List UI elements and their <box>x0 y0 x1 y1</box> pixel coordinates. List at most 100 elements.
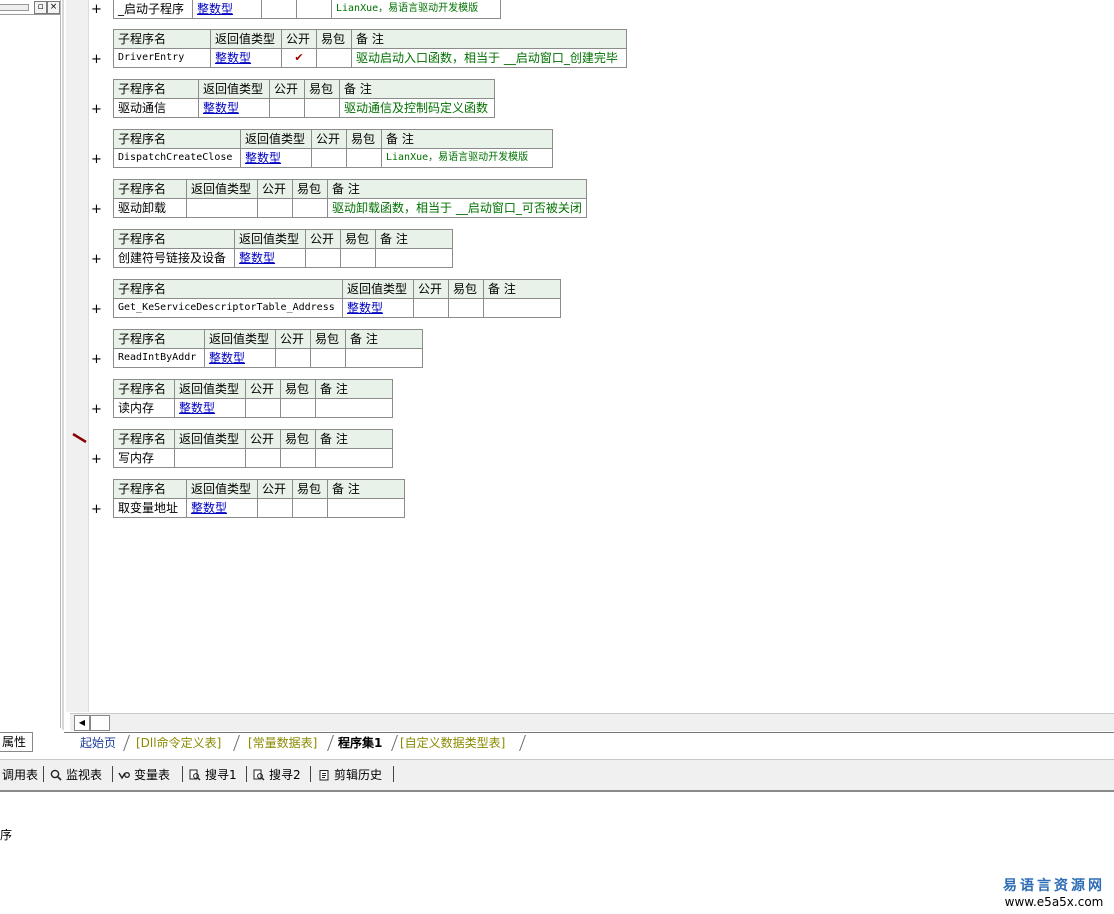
easy-package-cell[interactable] <box>340 248 376 268</box>
close-button[interactable]: × <box>47 1 60 14</box>
scroll-thumb[interactable] <box>90 715 110 731</box>
header-remark: 备 注 <box>339 79 495 99</box>
expand-icon[interactable]: + <box>91 353 102 367</box>
watch-table-button[interactable]: 监视表 <box>50 765 102 785</box>
subroutine-name[interactable]: ReadIntByAddr <box>113 348 205 368</box>
splitter[interactable] <box>62 0 64 730</box>
return-type[interactable]: 整数型 <box>240 148 312 168</box>
tab-dll-commands[interactable]: [Dll命令定义表] <box>128 734 229 752</box>
public-cell[interactable] <box>245 448 281 468</box>
subroutine-name[interactable]: 驱动卸载 <box>113 198 187 218</box>
remark-cell[interactable]: 驱动通信及控制码定义函数 <box>339 98 495 118</box>
public-cell[interactable] <box>245 398 281 418</box>
subroutine-name[interactable]: 取变量地址 <box>113 498 187 518</box>
remark-cell[interactable] <box>345 348 423 368</box>
public-cell[interactable] <box>261 0 297 19</box>
return-type[interactable]: 整数型 <box>198 98 270 118</box>
public-cell[interactable] <box>413 298 449 318</box>
public-cell[interactable] <box>257 498 293 518</box>
header-name: 子程序名 <box>113 479 187 499</box>
return-type[interactable]: 整数型 <box>342 298 414 318</box>
public-cell[interactable] <box>275 348 311 368</box>
subroutine-name[interactable]: 创建符号链接及设备 <box>113 248 235 268</box>
public-cell[interactable] <box>269 98 305 118</box>
public-cell[interactable] <box>311 148 347 168</box>
header-remark: 备 注 <box>327 479 405 499</box>
search2-button[interactable]: 搜寻2 <box>253 765 301 785</box>
header-name: 子程序名 <box>113 129 241 149</box>
easy-package-cell[interactable] <box>316 48 352 68</box>
easy-package-cell[interactable] <box>346 148 382 168</box>
call-table-button[interactable]: 调用表 <box>2 765 38 785</box>
easy-package-cell[interactable] <box>280 448 316 468</box>
easy-package-cell[interactable] <box>292 198 328 218</box>
easy-package-cell[interactable] <box>280 398 316 418</box>
subroutine-name[interactable]: 读内存 <box>113 398 175 418</box>
variables-icon <box>118 772 130 780</box>
header-return-type: 返回值类型 <box>204 329 276 349</box>
expand-icon[interactable]: + <box>91 503 102 517</box>
subroutine-name[interactable]: 写内存 <box>113 448 175 468</box>
easy-package-cell[interactable] <box>296 0 332 19</box>
subroutine-name[interactable]: _启动子程序 <box>113 0 193 19</box>
restore-button[interactable]: ▫ <box>34 1 47 14</box>
easy-package-cell[interactable] <box>448 298 484 318</box>
return-type[interactable]: 整数型 <box>234 248 306 268</box>
return-type[interactable]: 整数型 <box>210 48 282 68</box>
subroutine-name[interactable]: DriverEntry <box>113 48 211 68</box>
expand-icon[interactable]: + <box>91 203 102 217</box>
return-type[interactable]: 整数型 <box>204 348 276 368</box>
panel-grip <box>0 4 29 11</box>
tab-custom-types[interactable]: [自定义数据类型表] <box>392 734 513 752</box>
horizontal-scrollbar[interactable]: ◀ <box>70 713 1114 731</box>
subroutine-name[interactable]: Get_KeServiceDescriptorTable_Address <box>113 298 343 318</box>
remark-cell[interactable] <box>315 448 393 468</box>
remark-cell[interactable]: 驱动卸载函数，相当于 __启动窗口_可否被关闭 <box>327 198 587 218</box>
toolbar-divider <box>310 766 311 782</box>
remark-cell[interactable]: LianXue，易语言驱动开发模版 <box>331 0 501 19</box>
return-type[interactable]: 整数型 <box>192 0 262 19</box>
clip-history-button[interactable]: 剪辑历史 <box>318 765 382 785</box>
scroll-left-icon[interactable]: ◀ <box>74 715 90 731</box>
variable-table-button[interactable]: 变量表 <box>118 765 170 785</box>
subroutine-name[interactable]: DispatchCreateClose <box>113 148 241 168</box>
subroutine-table: 子程序名 返回值类型 公开 易包 备 注 DispatchCreateClose… <box>113 129 553 168</box>
remark-cell[interactable] <box>375 248 453 268</box>
tab-constants[interactable]: [常量数据表] <box>240 734 325 752</box>
expand-icon[interactable]: + <box>91 253 102 267</box>
easy-package-cell[interactable] <box>310 348 346 368</box>
subroutine-name[interactable]: 驱动通信 <box>113 98 199 118</box>
properties-tab[interactable]: 属性 <box>0 732 33 752</box>
tab-start-page[interactable]: 起始页 <box>72 734 124 752</box>
header-name: 子程序名 <box>113 279 343 299</box>
header-public: 公开 <box>281 29 317 49</box>
remark-cell[interactable]: 驱动启动入口函数，相当于 __启动窗口_创建完毕 <box>351 48 627 68</box>
return-type[interactable]: 整数型 <box>174 398 246 418</box>
public-check-icon[interactable]: ✔ <box>281 48 317 68</box>
header-name: 子程序名 <box>113 379 175 399</box>
bottom-toolbar: 调用表 监视表 变量表 搜寻1 搜寻2 剪辑历史 <box>0 759 1114 792</box>
remark-cell[interactable] <box>315 398 393 418</box>
remark-cell[interactable] <box>327 498 405 518</box>
easy-package-cell[interactable] <box>292 498 328 518</box>
return-type[interactable] <box>186 198 258 218</box>
expand-icon[interactable]: + <box>91 153 102 167</box>
easy-package-cell[interactable] <box>304 98 340 118</box>
return-type[interactable]: 整数型 <box>186 498 258 518</box>
tab-program-set[interactable]: 程序集1 <box>330 734 390 752</box>
header-easy-package: 易包 <box>292 179 328 199</box>
subroutine-table: 子程序名 返回值类型 公开 易包 备 注 驱动卸载 驱动卸载函数，相当于 __启… <box>113 179 587 218</box>
search1-button[interactable]: 搜寻1 <box>189 765 237 785</box>
return-type[interactable] <box>174 448 246 468</box>
remark-cell[interactable]: LianXue，易语言驱动开发模版 <box>381 148 553 168</box>
subroutine-table: 子程序名 返回值类型 公开 易包 备 注 驱动通信 整数型 驱动通信及控制码定义… <box>113 79 495 118</box>
expand-icon[interactable]: + <box>91 53 102 67</box>
public-cell[interactable] <box>257 198 293 218</box>
expand-icon[interactable]: + <box>91 3 102 17</box>
remark-cell[interactable] <box>483 298 561 318</box>
public-cell[interactable] <box>305 248 341 268</box>
expand-icon[interactable]: + <box>91 303 102 317</box>
expand-icon[interactable]: + <box>91 103 102 117</box>
expand-icon[interactable]: + <box>91 453 102 467</box>
expand-icon[interactable]: + <box>91 403 102 417</box>
